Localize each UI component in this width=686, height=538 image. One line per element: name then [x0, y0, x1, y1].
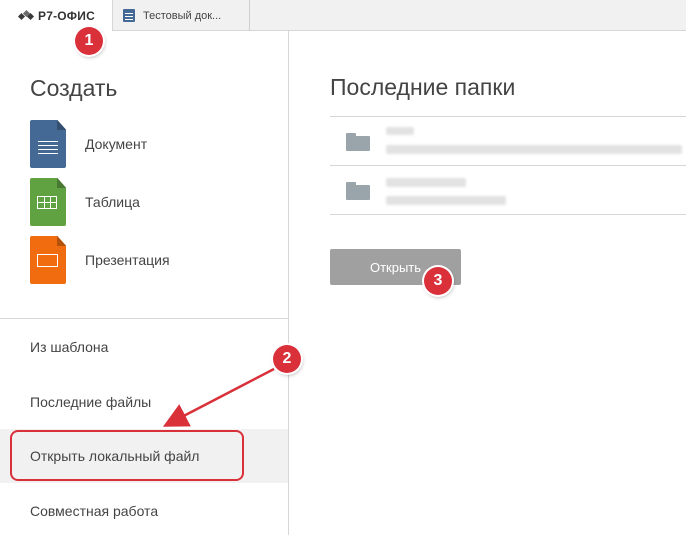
spreadsheet-icon: [30, 178, 66, 226]
create-document-button[interactable]: Документ: [30, 119, 270, 169]
menu-from-template[interactable]: Из шаблона: [0, 320, 288, 374]
menu-open-local-file[interactable]: Открыть локальный файл: [0, 429, 288, 483]
recent-folders-list: [330, 116, 686, 215]
tab-home-label: Р7-ОФИС: [38, 8, 95, 23]
tab-document-label: Тестовый док...: [143, 9, 222, 22]
tab-home[interactable]: Р7-ОФИС: [0, 0, 113, 31]
document-icon: [30, 120, 66, 168]
step-badge-3: 3: [424, 267, 452, 295]
menu-recent-files[interactable]: Последние файлы: [0, 375, 288, 429]
create-presentation-button[interactable]: Презентация: [30, 235, 270, 285]
create-spreadsheet-label: Таблица: [85, 194, 140, 210]
presentation-icon: [30, 236, 66, 284]
step-badge-2: 2: [273, 345, 301, 373]
tab-document[interactable]: Тестовый док...: [113, 0, 250, 31]
menu-collaboration[interactable]: Совместная работа: [0, 484, 288, 538]
create-title: Создать: [30, 75, 118, 101]
step-badge-1: 1: [75, 27, 103, 55]
folder-icon: [346, 182, 370, 200]
recent-folders-title: Последние папки: [330, 74, 516, 100]
tab-bar: Р7-ОФИС Тестовый док...: [0, 0, 686, 31]
sidebar-divider: [0, 318, 288, 319]
create-spreadsheet-button[interactable]: Таблица: [30, 177, 270, 227]
blurred-folder-path: [386, 196, 506, 205]
r7-logo-icon: [17, 9, 35, 21]
sidebar: Создать Документ Таблица Презентация Из …: [0, 31, 289, 535]
blurred-folder-name: [386, 127, 414, 135]
folder-icon: [346, 133, 370, 151]
blurred-folder-path: [386, 145, 682, 154]
create-presentation-label: Презентация: [85, 252, 170, 268]
menu-recent-files-label: Последние файлы: [30, 394, 152, 410]
menu-collaboration-label: Совместная работа: [30, 503, 159, 519]
menu-from-template-label: Из шаблона: [30, 339, 109, 355]
menu-open-local-file-label: Открыть локальный файл: [30, 448, 200, 464]
blurred-folder-name: [386, 178, 466, 187]
folder-row[interactable]: [330, 117, 686, 166]
folder-row[interactable]: [330, 166, 686, 215]
document-icon: [123, 9, 135, 22]
create-document-label: Документ: [85, 136, 148, 152]
